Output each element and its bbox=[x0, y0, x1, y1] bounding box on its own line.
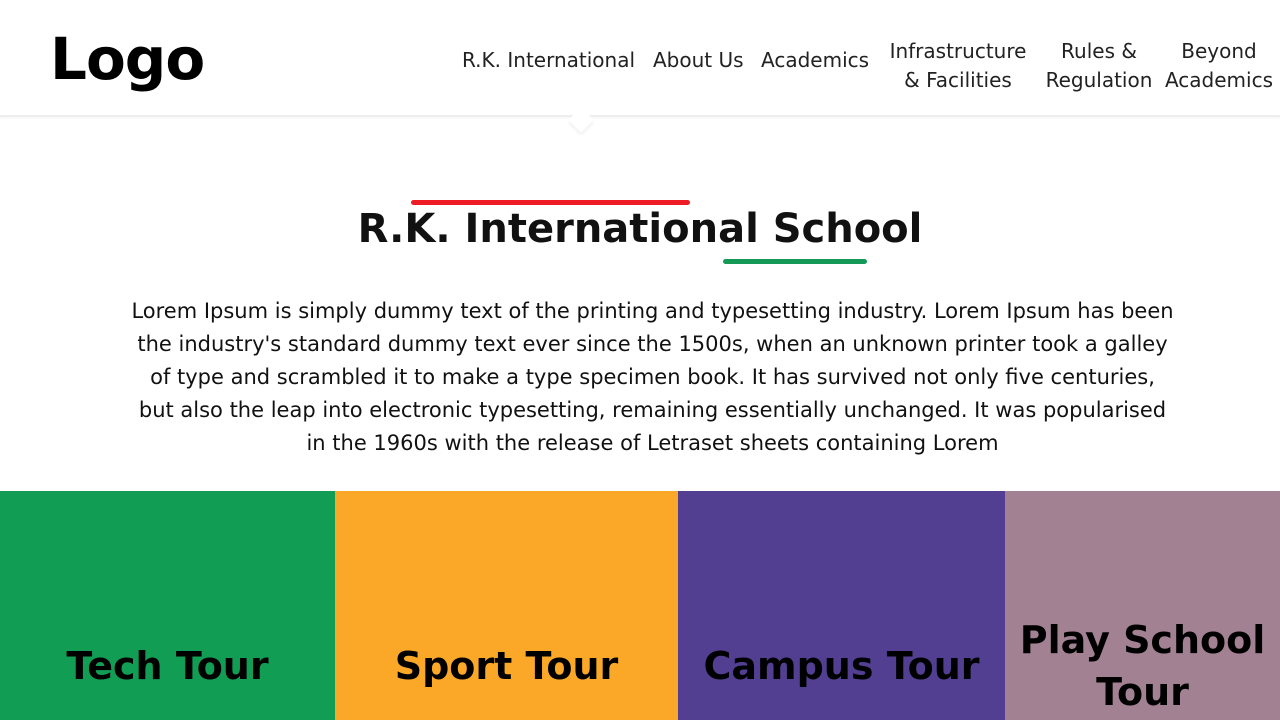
tile-play-school-tour[interactable]: Play School Tour bbox=[1005, 491, 1280, 720]
nav-item-infrastructure-line2: & Facilities bbox=[904, 68, 1012, 92]
tile-campus-tour[interactable]: Campus Tour bbox=[678, 491, 1005, 720]
tile-tech-tour[interactable]: Tech Tour bbox=[0, 491, 335, 720]
nav-item-infrastructure-line1: Infrastructure bbox=[889, 39, 1027, 63]
title-accent-green bbox=[723, 259, 867, 264]
intro-paragraph: Lorem Ipsum is simply dummy text of the … bbox=[131, 299, 1174, 455]
tile-sport-tour-label: Sport Tour bbox=[394, 644, 619, 688]
tile-campus-tour-label: Campus Tour bbox=[703, 644, 980, 688]
nav-item-about-us[interactable]: About Us bbox=[653, 46, 744, 75]
section-title: R.K. International School bbox=[357, 206, 923, 252]
nav-item-infrastructure[interactable]: Infrastructure & Facilities bbox=[889, 37, 1027, 95]
nav-item-rules-line2: Regulation bbox=[1045, 68, 1153, 92]
nav-item-beyond-line2: Academics bbox=[1164, 68, 1274, 92]
nav-item-rk-international[interactable]: R.K. International bbox=[462, 46, 635, 75]
nav-item-beyond-academics[interactable]: Beyond Academics bbox=[1164, 37, 1274, 95]
nav-item-academics[interactable]: Academics bbox=[761, 46, 869, 75]
site-header: Logo R.K. International About Us Academi… bbox=[0, 0, 1280, 117]
tile-tech-tour-label: Tech Tour bbox=[66, 644, 269, 688]
nav-item-rules[interactable]: Rules & Regulation bbox=[1044, 37, 1154, 95]
tour-tiles: Tech Tour Sport Tour Campus Tour Play Sc… bbox=[0, 491, 1280, 720]
nav-item-rules-line1: Rules & bbox=[1061, 39, 1137, 63]
tile-play-school-tour-line1: Play School bbox=[1019, 618, 1266, 662]
nav-item-beyond-line1: Beyond bbox=[1181, 39, 1257, 63]
tile-play-school-tour-line2: Tour bbox=[1096, 670, 1189, 714]
tile-sport-tour[interactable]: Sport Tour bbox=[335, 491, 678, 720]
main-nav: R.K. International About Us Academics In… bbox=[0, 0, 1280, 117]
